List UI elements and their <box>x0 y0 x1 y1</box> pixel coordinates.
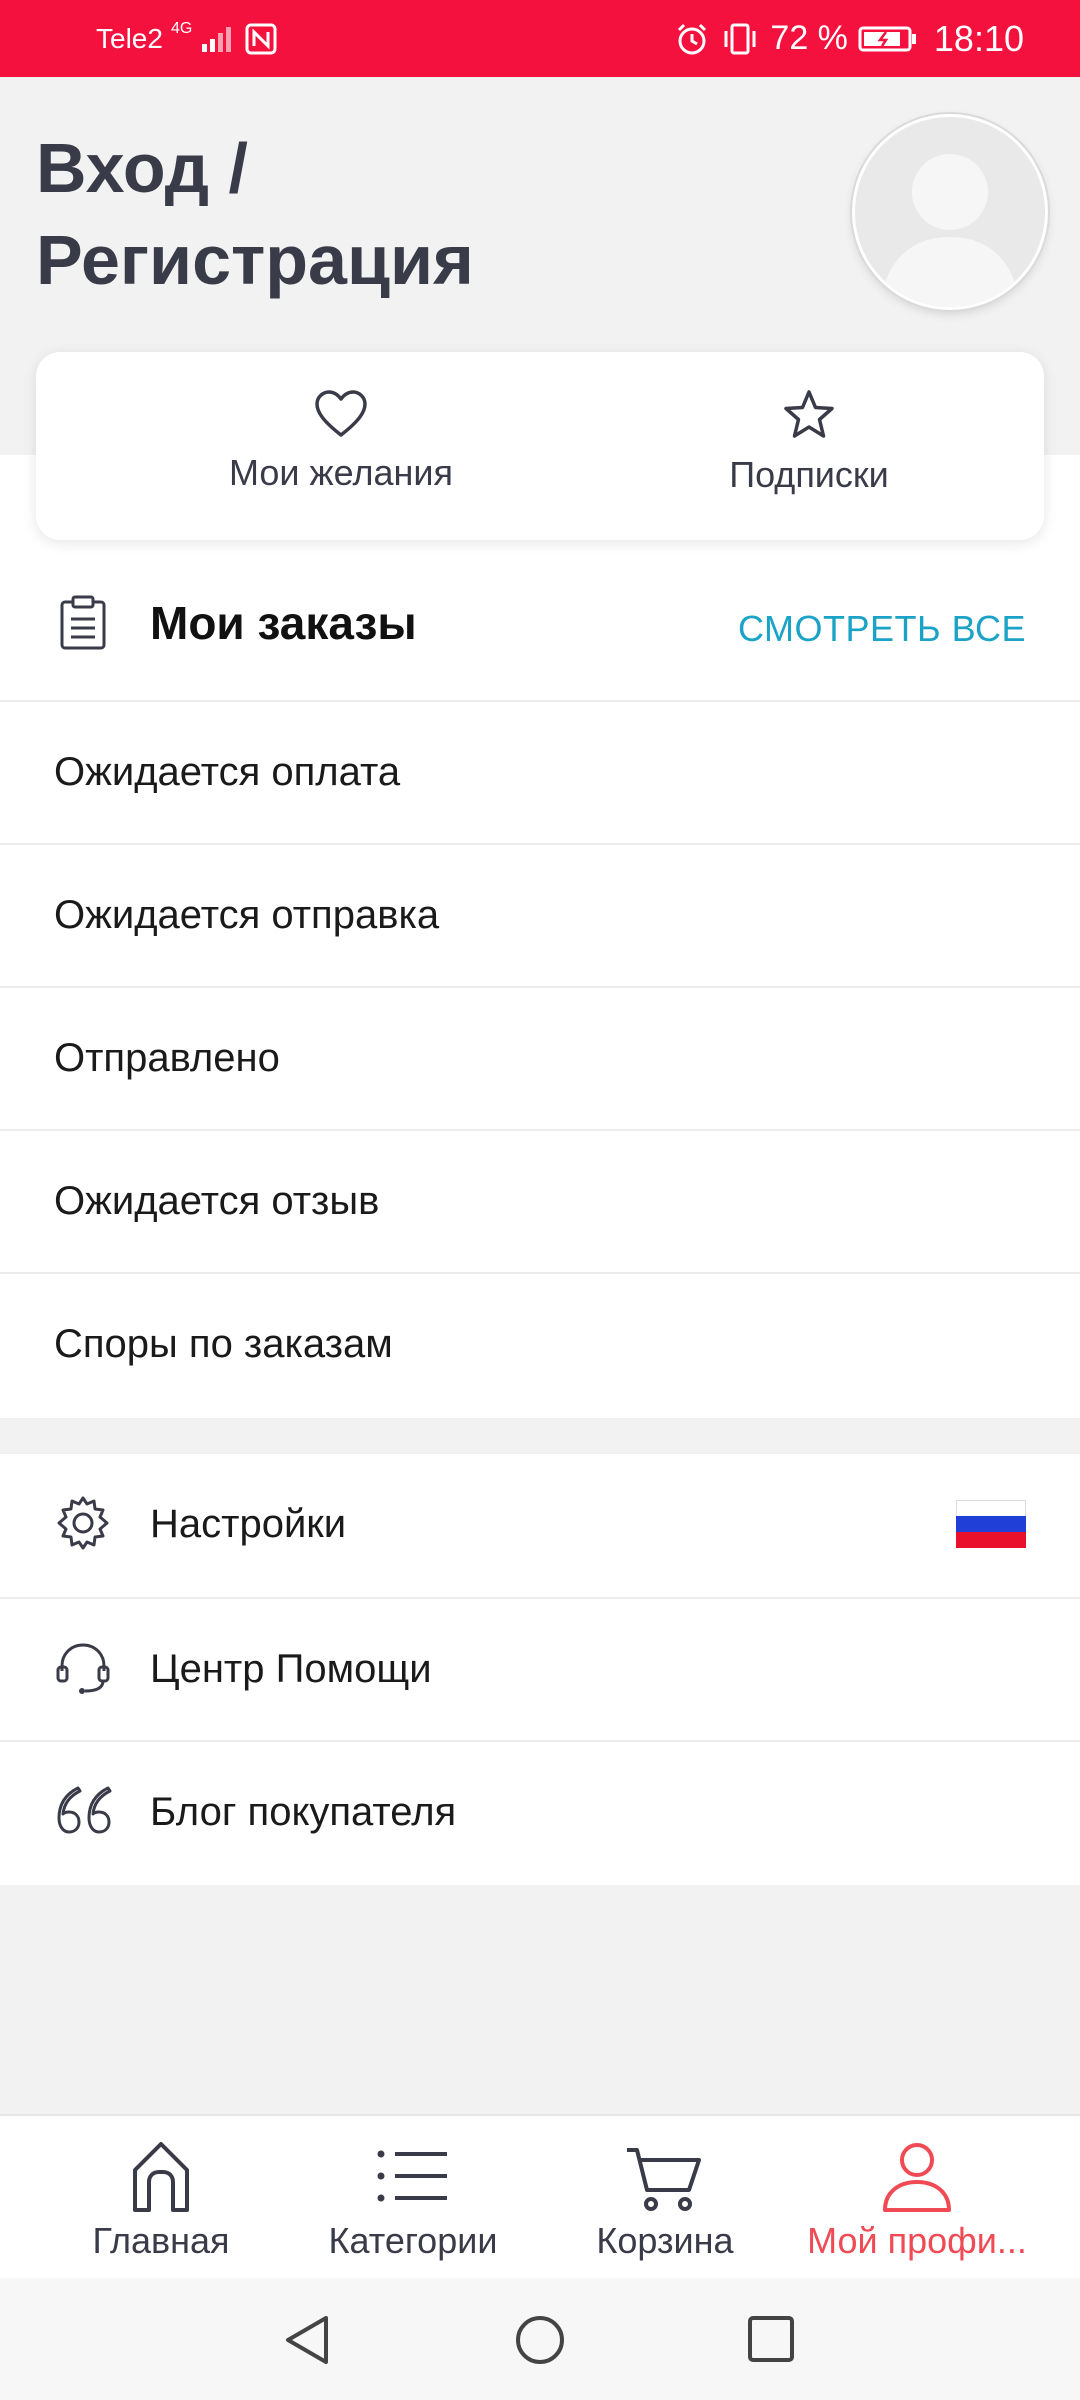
wishlist-label: Мои желания <box>229 452 453 493</box>
nfc-icon <box>245 23 277 54</box>
tab-home-label: Главная <box>92 2220 230 2261</box>
list-icon <box>377 2150 447 2202</box>
orders-title: Мои заказы <box>150 597 417 649</box>
login-register-title[interactable]: Вход / Регистрация <box>36 122 596 306</box>
home-circle-icon[interactable] <box>514 2314 566 2366</box>
home-icon <box>133 2142 189 2212</box>
section-divider <box>0 1418 1080 1454</box>
order-status-disputes[interactable]: Споры по заказам <box>0 1272 1080 1417</box>
order-status-shipped[interactable]: Отправлено <box>0 986 1080 1131</box>
tab-home[interactable]: Главная <box>36 2136 286 2262</box>
settings-label: Настройки <box>150 1502 347 1546</box>
tab-cart[interactable]: Корзина <box>540 2136 790 2262</box>
tab-cart-label: Корзина <box>596 2220 734 2261</box>
recents-square-icon[interactable] <box>746 2314 796 2364</box>
quick-actions-card: Мои желания Подписки <box>36 352 1044 540</box>
signal-icon <box>202 26 232 52</box>
battery-charging-icon <box>858 26 916 51</box>
vibrate-icon <box>724 23 756 54</box>
help-center-label: Центр Помощи <box>150 1647 432 1691</box>
battery-percent: 72 % <box>770 19 848 57</box>
order-status-label: Ожидается отзыв <box>54 1179 380 1223</box>
clock: 18:10 <box>933 17 1024 59</box>
subscriptions-button[interactable]: Подписки <box>644 388 974 496</box>
alarm-icon <box>678 23 707 54</box>
gear-icon <box>57 1496 109 1550</box>
headset-icon <box>56 1643 110 1694</box>
buyer-blog-row[interactable]: Блог покупателя <box>0 1740 1080 1885</box>
clipboard-icon <box>60 595 106 650</box>
empty-area <box>0 1886 1080 2114</box>
tab-categories[interactable]: Категории <box>288 2136 538 2262</box>
subscriptions-label: Подписки <box>729 454 889 495</box>
russia-flag-icon[interactable] <box>956 1500 1026 1548</box>
heart-icon <box>315 390 367 437</box>
carrier-name: Tele2 <box>96 22 163 54</box>
wishlist-button[interactable]: Мои желания <box>176 388 506 494</box>
order-status-awaiting-review[interactable]: Ожидается отзыв <box>0 1129 1080 1274</box>
cart-icon <box>627 2148 701 2211</box>
person-icon <box>883 2143 951 2212</box>
avatar[interactable] <box>852 114 1048 310</box>
status-bar: Tele2 4G 72 % 18:10 <box>0 0 1080 77</box>
default-avatar-icon <box>855 117 1045 307</box>
order-status-label: Ожидается отправка <box>54 893 440 937</box>
system-navigation-bar <box>0 2278 1080 2400</box>
star-icon <box>784 390 834 438</box>
tab-profile-label: Мой профи... <box>807 2220 1027 2261</box>
buyer-blog-label: Блог покупателя <box>150 1790 457 1834</box>
tab-profile[interactable]: Мой профи... <box>792 2136 1042 2262</box>
order-status-label: Ожидается оплата <box>54 750 401 794</box>
tab-categories-label: Категории <box>328 2220 498 2261</box>
bottom-tab-bar: Главная Категории Корзина Мой профи... <box>0 2114 1080 2280</box>
orders-section-header: Мои заказы СМОТРЕТЬ ВСЕ <box>0 560 1080 700</box>
network-badge: 4G <box>170 19 193 37</box>
order-status-awaiting-shipment[interactable]: Ожидается отправка <box>0 843 1080 988</box>
order-status-label: Отправлено <box>54 1036 280 1080</box>
view-all-orders-link[interactable]: СМОТРЕТЬ ВСЕ <box>738 608 1026 650</box>
help-center-row[interactable]: Центр Помощи <box>0 1597 1080 1742</box>
quote-icon <box>57 1786 112 1834</box>
order-status-awaiting-payment[interactable]: Ожидается оплата <box>0 700 1080 845</box>
settings-row[interactable]: Настройки <box>0 1454 1080 1597</box>
back-icon[interactable] <box>282 2314 332 2366</box>
order-status-label: Споры по заказам <box>54 1322 393 1366</box>
